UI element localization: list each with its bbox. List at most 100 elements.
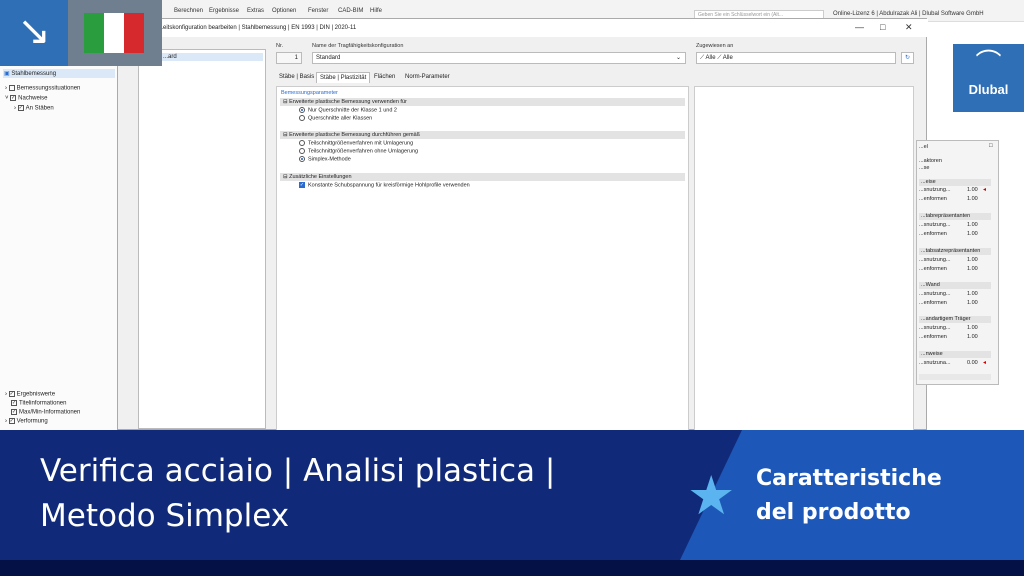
section-additional-settings: ⊟ Zusätzliche Einstellungen	[280, 173, 685, 181]
result-label: ...snutzung...	[919, 187, 951, 193]
tab-surfaces[interactable]: Flächen	[371, 72, 398, 83]
result-value: 1.00	[967, 222, 978, 228]
warning-marker-icon: ◂	[983, 187, 987, 193]
result-value: 1.00	[967, 334, 978, 340]
banner-title-line2: Metodo Simplex	[40, 498, 290, 534]
design-parameters-panel: Bemessungsparameter ⊟ Erweiterte plastis…	[276, 86, 689, 431]
navigator-root[interactable]: ▣ Stahlbemessung	[3, 69, 115, 78]
scrollbar[interactable]	[919, 374, 991, 380]
result-value: 0.00	[967, 360, 978, 366]
results-title: ...el	[919, 144, 928, 150]
results-intro: ...se	[919, 165, 930, 171]
nav-item-title-info[interactable]: ✓ Titelinformationen	[11, 400, 66, 407]
result-value: 1.00	[967, 187, 978, 193]
steel-icon: ▣	[4, 71, 10, 77]
close-icon[interactable]: ✕	[905, 22, 913, 33]
section-plastic-scope: ⊟ Erweiterte plastische Bemessung verwen…	[280, 98, 685, 106]
result-label: ...snutzung...	[919, 325, 951, 331]
members-icon: ⟋	[700, 55, 705, 61]
result-label: ...snutzung...	[919, 257, 951, 263]
radio-all-classes[interactable]: Querschnitte aller Klassen	[299, 115, 372, 121]
navigator-panel: ▣ Stahlbemessung › Bemessungssituationen…	[0, 66, 118, 430]
nav-item-situations[interactable]: › Bemessungssituationen	[5, 85, 80, 92]
checkbox-icon[interactable]: ✓	[10, 95, 17, 101]
results-group-head: ...nweise	[919, 351, 991, 358]
menu-ergebnisse[interactable]: Ergebnisse	[209, 8, 239, 14]
radio-simplex-method[interactable]: Simplex-Methode	[299, 156, 351, 162]
menu-optionen[interactable]: Optionen	[272, 8, 296, 14]
menu-hilfe[interactable]: Hilfe	[370, 8, 382, 14]
select-button[interactable]: ↻	[901, 52, 914, 64]
tab-members-plasticity[interactable]: Stäbe | Plastizität	[316, 72, 371, 83]
result-label: ...enformen	[919, 231, 947, 237]
result-label: ...enformen	[919, 266, 947, 272]
result-label: ...enformen	[919, 334, 947, 340]
radio-icon[interactable]	[299, 148, 305, 154]
result-value: 1.00	[967, 257, 978, 263]
radio-selected-icon[interactable]	[299, 156, 305, 162]
radio-selected-icon[interactable]	[299, 107, 305, 113]
italy-flag-icon	[84, 13, 144, 53]
config-dialog: ...eitskonfiguration bearbeiten | Stahlb…	[117, 18, 928, 431]
dialog-title: ...eitskonfiguration bearbeiten | Stahlb…	[118, 19, 928, 37]
feature-label-line1: Caratteristiche	[756, 466, 942, 491]
results-group-head: ...andartigem Träger	[919, 316, 991, 323]
radio-with-redistribution[interactable]: Teilschnittgrößenverfahren mit Umlagerun…	[299, 140, 413, 146]
assigned-label: Zugewiesen an	[696, 43, 734, 49]
menu-cad-bim[interactable]: CAD-BIM	[338, 8, 363, 14]
checkbox-icon[interactable]: ✓	[11, 409, 17, 415]
nav-item-deformation[interactable]: › ✓ Verformung	[5, 418, 48, 425]
logo-text: Dlubal	[968, 82, 1009, 97]
checkbox-icon[interactable]: ✓	[17, 105, 24, 111]
radio-icon[interactable]	[299, 140, 305, 146]
preview-panel	[694, 86, 914, 431]
result-label: ...snutzuna...	[919, 360, 951, 366]
nav-item-members[interactable]: › ✓ An Stäben	[14, 105, 54, 112]
bridge-icon: ⌒	[975, 48, 1002, 78]
surfaces-icon: ⟋	[717, 55, 722, 61]
result-label: ...snutzung...	[919, 291, 951, 297]
radio-class-1-2[interactable]: Nur Querschnitte der Klasse 1 und 2	[299, 107, 397, 113]
license-info: Online-Lizenz 6 | Abdulrazak Ali | Dluba…	[833, 11, 984, 17]
result-value: 1.00	[967, 231, 978, 237]
nav-item-checks[interactable]: ˅ ✓ Nachweise	[5, 95, 48, 102]
checkbox-icon[interactable]: ✓	[8, 418, 15, 424]
name-label: Name der Tragfähigkeitskonfiguration	[312, 43, 404, 49]
results-panel: ...el □ ...aktoren ...se ...eise ...snut…	[916, 140, 999, 385]
radio-icon[interactable]	[299, 115, 305, 121]
tab-members-basis[interactable]: Stäbe | Basis	[276, 72, 317, 83]
arrow-down-right-icon: ↘	[0, 0, 68, 66]
radio-without-redistribution[interactable]: Teilschnittgrößenverfahren ohne Umlageru…	[299, 148, 418, 154]
result-label: ...enformen	[919, 300, 947, 306]
checkbox-icon[interactable]: ✓	[8, 391, 15, 397]
checkbox-icon[interactable]	[8, 85, 15, 91]
results-group-head: ...eise	[919, 179, 991, 186]
menu-extras[interactable]: Extras	[247, 8, 264, 14]
result-value: 1.00	[967, 291, 978, 297]
tab-code-parameters[interactable]: Norm-Parameter	[402, 72, 453, 83]
checkbox-constant-shear[interactable]: ✓ Konstante Schubspannung für kreisförmig…	[299, 182, 470, 188]
feature-label-line2: del prodotto	[756, 500, 911, 525]
config-list[interactable]: ...ard	[138, 49, 266, 429]
chevron-down-icon[interactable]: ⌄	[676, 53, 681, 63]
close-icon[interactable]: □	[989, 143, 993, 149]
minimize-icon[interactable]: —	[855, 22, 864, 32]
nav-item-result-values[interactable]: › ✓ Ergebniswerte	[5, 391, 55, 398]
maximize-icon[interactable]: □	[880, 22, 885, 32]
nav-item-maxmin-info[interactable]: ✓ Max/Min-Informationen	[11, 409, 80, 416]
params-header: Bemessungsparameter	[281, 90, 338, 96]
nr-field[interactable]: 1	[276, 52, 302, 64]
assigned-field[interactable]: ⟋ Alle ⟋ Alle	[696, 52, 896, 64]
menu-berechnen[interactable]: Berechnen	[174, 8, 203, 14]
star-icon: ★	[687, 466, 736, 526]
banner-title-line1: Verifica acciaio | Analisi plastica |	[40, 453, 556, 489]
checkbox-checked-icon[interactable]: ✓	[299, 182, 305, 188]
result-label: ...enformen	[919, 196, 947, 202]
results-group-head: ...tabrepräsentanten	[919, 213, 991, 220]
results-intro: ...aktoren	[919, 158, 942, 164]
results-group-head: ...Wand	[919, 282, 991, 289]
checkbox-icon[interactable]: ✓	[11, 400, 17, 406]
name-field[interactable]: Standard ⌄	[312, 52, 686, 64]
result-value: 1.00	[967, 196, 978, 202]
menu-fenster[interactable]: Fenster	[308, 8, 328, 14]
